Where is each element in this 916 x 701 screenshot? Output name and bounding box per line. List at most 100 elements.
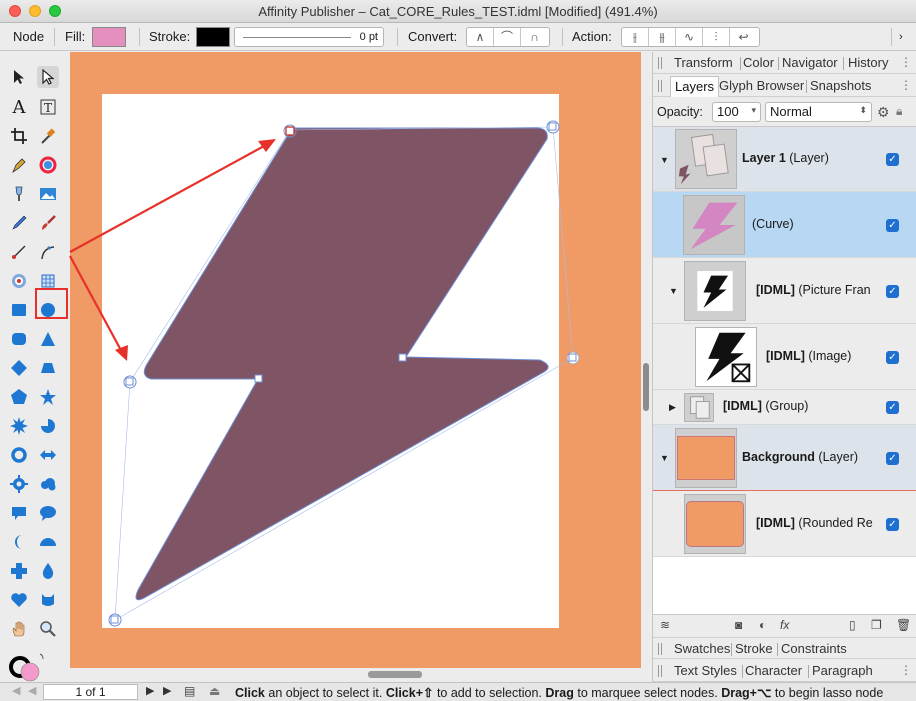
status-bar: ◀ ◀ 1 of 1 ▶ ▶ ▤ ⏏︎ Click an object to s… xyxy=(0,682,916,701)
lightning-bolt-shape[interactable] xyxy=(135,127,549,601)
expand-triangle-icon[interactable]: ▼ xyxy=(660,453,669,463)
layer-row-image[interactable]: [IDML] (Image) ✓ xyxy=(653,324,916,390)
visibility-checkbox[interactable]: ✓ xyxy=(886,219,899,232)
duplicate-icon[interactable]: ❐ xyxy=(871,618,882,632)
tab-navigator[interactable]: Navigator xyxy=(782,55,838,70)
divider xyxy=(843,57,844,70)
reverse-curve-icon[interactable]: ⫶ xyxy=(703,28,730,46)
opacity-row: Opacity: 100 ▾ Normal ⬍ ⚙ 🔒︎ xyxy=(653,100,916,125)
expand-triangle-icon[interactable]: ▼ xyxy=(669,286,678,296)
expand-triangle-icon[interactable]: ▶ xyxy=(669,402,676,413)
visibility-checkbox[interactable]: ✓ xyxy=(886,351,899,364)
blend-mode-value: Normal xyxy=(770,104,812,119)
stepper-icon: ⬍ xyxy=(859,105,867,115)
node-handle[interactable] xyxy=(254,374,263,383)
layer-row-picture-frame[interactable]: ▼ [IDML] (Picture Fran ✓ xyxy=(653,258,916,324)
layer-row-background[interactable]: ▼ Background (Layer) ✓ xyxy=(653,425,916,491)
layer-row-group[interactable]: ▶ [IDML] (Group) ✓ xyxy=(653,390,916,425)
tab-text-styles[interactable]: Text Styles xyxy=(674,663,737,678)
page-indicator[interactable]: 1 of 1 xyxy=(43,684,138,700)
node-handle[interactable] xyxy=(398,353,407,362)
previous-page-icon[interactable]: ◀ xyxy=(28,684,36,697)
tab-stroke[interactable]: Stroke xyxy=(735,641,773,656)
divider xyxy=(778,57,779,70)
divider xyxy=(742,665,743,678)
panel-menu-icon[interactable]: ⋮ xyxy=(900,663,912,677)
opacity-label: Opacity: xyxy=(657,105,703,119)
tab-snapshots[interactable]: Snapshots xyxy=(810,78,871,93)
panel-grip-icon[interactable] xyxy=(658,80,662,92)
visibility-checkbox[interactable]: ✓ xyxy=(886,452,899,465)
master-icon[interactable]: ⏏︎ xyxy=(209,684,220,698)
panel-grip-icon[interactable] xyxy=(658,665,662,677)
join-curves-icon[interactable]: ⫵ xyxy=(649,28,676,46)
panel-grip-icon[interactable] xyxy=(658,643,662,655)
node-handle[interactable] xyxy=(568,353,577,362)
horizontal-scrollbar[interactable] xyxy=(368,671,422,678)
layer-thumbnail xyxy=(695,327,757,387)
layer-stack-icon[interactable]: ≋ xyxy=(660,618,670,632)
close-curve-icon[interactable]: ↩ xyxy=(730,28,757,46)
first-page-icon[interactable]: ◀ xyxy=(12,684,20,697)
canvas-overlay xyxy=(69,120,580,627)
layer-name: Background (Layer) xyxy=(742,450,859,464)
settings-gear-icon[interactable]: ⚙ xyxy=(877,104,890,121)
layer-thumbnail xyxy=(684,393,714,422)
tab-transform[interactable]: Transform xyxy=(674,55,733,70)
tab-layers[interactable]: Layers xyxy=(670,76,720,97)
layer-name: [IDML] (Group) xyxy=(723,399,809,413)
visibility-checkbox[interactable]: ✓ xyxy=(886,153,899,166)
visibility-checkbox[interactable]: ✓ xyxy=(886,401,899,414)
tab-character[interactable]: Character xyxy=(745,663,802,678)
tab-paragraph[interactable]: Paragraph xyxy=(812,663,873,678)
expand-triangle-icon[interactable]: ▼ xyxy=(660,155,669,165)
opacity-field[interactable]: 100 ▾ xyxy=(712,102,761,122)
next-page-icon[interactable]: ▶ xyxy=(146,684,154,697)
swatches-panel-tabs: Swatches Stroke Constraints xyxy=(653,637,916,659)
layer-name: (Curve) xyxy=(752,217,794,231)
layers-footer: ≋ ◙ ◐ fx ▯ ❐ 🗑︎ xyxy=(653,614,916,636)
node-handle[interactable] xyxy=(110,615,119,624)
vertical-scrollbar[interactable] xyxy=(643,363,649,411)
fx-icon[interactable]: fx xyxy=(780,618,789,632)
tab-glyph-browser[interactable]: Glyph Browser xyxy=(719,78,804,93)
studio-panels: Transform Color Navigator History ⋮ Laye… xyxy=(652,52,916,682)
add-layer-icon[interactable]: ▯ xyxy=(849,618,856,632)
panel-menu-icon[interactable]: ⋮ xyxy=(900,78,912,92)
layer-row-curve[interactable]: (Curve) ✓ xyxy=(653,192,916,258)
layer-name: [IDML] (Image) xyxy=(766,349,852,363)
action-buttons: ⫲ ⫵ ∿ ⫶ ↩ xyxy=(621,27,760,47)
pages-panel-icon[interactable]: ▤ xyxy=(184,684,195,698)
visibility-checkbox[interactable]: ✓ xyxy=(886,518,899,531)
status-hint: Click an object to select it. Click+⇧ to… xyxy=(235,686,884,700)
smooth-curve-icon[interactable]: ∿ xyxy=(676,28,703,46)
divider xyxy=(731,643,732,656)
tab-swatches[interactable]: Swatches xyxy=(674,641,730,656)
layer-name: [IDML] (Picture Fran xyxy=(756,283,871,297)
divider xyxy=(777,643,778,656)
mask-icon[interactable]: ◙ xyxy=(735,618,742,632)
last-page-icon[interactable]: ▶ xyxy=(163,684,171,697)
adjustment-icon[interactable]: ◐ xyxy=(759,618,766,632)
layer-name: Layer 1 (Layer) xyxy=(742,151,829,165)
panel-menu-icon[interactable]: ⋮ xyxy=(900,55,912,69)
lock-icon[interactable]: 🔒︎ xyxy=(896,104,902,119)
node-handle[interactable] xyxy=(125,377,134,386)
panel-grip-icon[interactable] xyxy=(658,57,662,69)
divider xyxy=(740,57,741,70)
more-chevron-icon[interactable]: › xyxy=(899,31,903,43)
tab-constraints[interactable]: Constraints xyxy=(781,641,847,656)
layer-thumbnail xyxy=(675,428,737,488)
tab-history[interactable]: History xyxy=(848,55,888,70)
layers-panel-tabs: Layers Glyph Browser Snapshots ⋮ xyxy=(653,75,916,97)
node-handle[interactable] xyxy=(285,126,295,136)
tab-color[interactable]: Color xyxy=(743,55,774,70)
node-handle[interactable] xyxy=(548,122,557,131)
blend-mode-select[interactable]: Normal ⬍ xyxy=(765,102,872,122)
background-swatch xyxy=(677,436,735,480)
trash-icon[interactable]: 🗑︎ xyxy=(896,618,911,632)
visibility-checkbox[interactable]: ✓ xyxy=(886,285,899,298)
layer-row-layer1[interactable]: ▼ Layer 1 (Layer) ✓ xyxy=(653,127,916,192)
layer-row-rounded-rect[interactable]: [IDML] (Rounded Re ✓ xyxy=(653,491,916,557)
layer-thumbnail xyxy=(675,129,737,189)
